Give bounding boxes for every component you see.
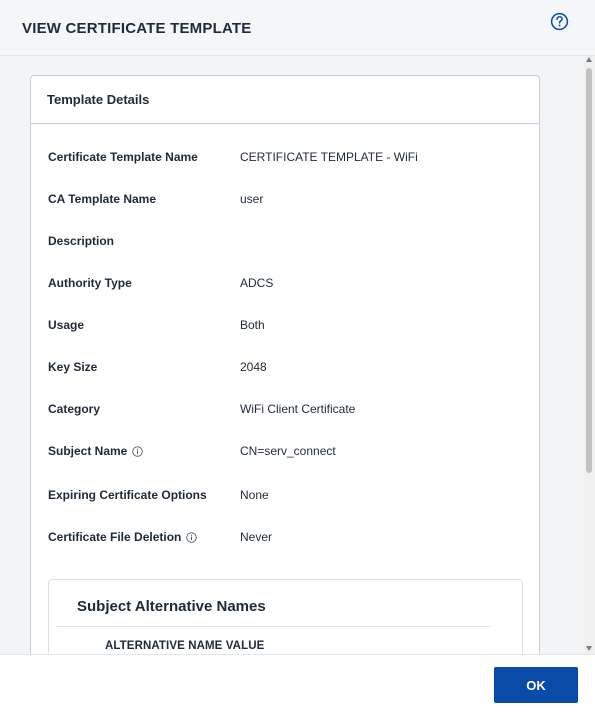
detail-row-subject-name: Subject Name CN=serv_connect bbox=[48, 441, 336, 461]
detail-value: CN=serv_connect bbox=[240, 444, 336, 458]
detail-value: Never bbox=[240, 530, 273, 544]
ok-button[interactable]: OK bbox=[494, 667, 578, 703]
detail-label: Subject Name bbox=[48, 444, 128, 458]
detail-value: CERTIFICATE TEMPLATE - WiFi bbox=[240, 150, 418, 164]
detail-value: 2048 bbox=[240, 360, 267, 374]
subject-alternative-names-section: Subject Alternative Names ALTERNATIVE NA… bbox=[48, 579, 523, 654]
detail-row-certificate-template-name: Certificate Template Name CERTIFICATE TE… bbox=[48, 147, 418, 167]
detail-row-expiring-certificate-options: Expiring Certificate Options None bbox=[48, 485, 269, 505]
detail-label-with-info: Subject Name bbox=[48, 444, 240, 458]
detail-label: Authority Type bbox=[48, 276, 132, 290]
dialog-footer: OK bbox=[0, 654, 595, 713]
detail-label: Description bbox=[48, 234, 115, 248]
divider bbox=[57, 626, 491, 627]
detail-label: Expiring Certificate Options bbox=[48, 488, 207, 502]
detail-row-category: Category WiFi Client Certificate bbox=[48, 399, 355, 419]
detail-label-with-info: Certificate File Deletion bbox=[48, 530, 240, 544]
card-header: Template Details bbox=[31, 76, 539, 124]
detail-value: user bbox=[240, 192, 264, 206]
scroll-up-arrow-icon[interactable] bbox=[586, 57, 592, 62]
detail-label: Usage bbox=[48, 318, 85, 332]
template-details-card: Template Details Certificate Template Na… bbox=[30, 75, 540, 654]
dialog-header: VIEW CERTIFICATE TEMPLATE bbox=[0, 0, 595, 56]
scroll-down-arrow-icon[interactable] bbox=[586, 646, 592, 651]
san-column-header: ALTERNATIVE NAME VALUE bbox=[105, 640, 265, 652]
question-circle-icon[interactable] bbox=[550, 12, 569, 31]
detail-label: CA Template Name bbox=[48, 192, 157, 206]
detail-label: Certificate File Deletion bbox=[48, 530, 182, 544]
detail-row-usage: Usage Both bbox=[48, 315, 265, 335]
scrollbar[interactable] bbox=[584, 56, 595, 654]
card-title: Template Details bbox=[47, 92, 150, 107]
detail-row-certificate-file-deletion: Certificate File Deletion Never bbox=[48, 527, 272, 547]
detail-row-ca-template-name: CA Template Name user bbox=[48, 189, 263, 209]
san-title: Subject Alternative Names bbox=[77, 598, 266, 615]
detail-row-authority-type: Authority Type ADCS bbox=[48, 273, 273, 293]
detail-value: WiFi Client Certificate bbox=[240, 402, 356, 416]
info-circle-icon[interactable] bbox=[186, 531, 198, 543]
detail-row-description: Description bbox=[48, 231, 240, 251]
scroll-thumb[interactable] bbox=[586, 68, 592, 473]
detail-value: ADCS bbox=[240, 276, 274, 290]
detail-label: Category bbox=[48, 402, 101, 416]
detail-value: Both bbox=[240, 318, 265, 332]
dialog-body: Template Details Certificate Template Na… bbox=[0, 56, 584, 654]
info-circle-icon[interactable] bbox=[132, 445, 144, 457]
detail-value: None bbox=[240, 488, 269, 502]
dialog-title: VIEW CERTIFICATE TEMPLATE bbox=[22, 20, 252, 37]
detail-row-key-size: Key Size 2048 bbox=[48, 357, 267, 377]
detail-label: Key Size bbox=[48, 360, 98, 374]
detail-label: Certificate Template Name bbox=[48, 150, 198, 164]
